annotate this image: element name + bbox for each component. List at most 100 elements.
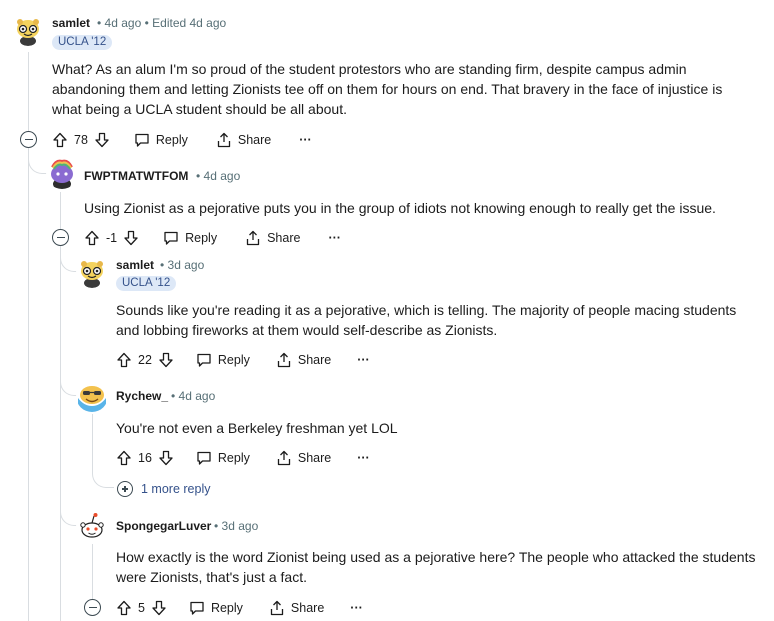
- snoo-rainbow-hair-avatar-icon[interactable]: [46, 157, 78, 189]
- speech-bubble-icon: [196, 352, 212, 368]
- speech-bubble-icon: [196, 450, 212, 466]
- snoo-glasses-avatar-icon[interactable]: [76, 256, 108, 288]
- edited-label: Edited 4d ago: [152, 16, 227, 30]
- share-label: Share: [297, 451, 332, 465]
- vote-count: 22: [138, 353, 152, 367]
- plus-circle-icon: [117, 481, 133, 497]
- separator-dot: •: [171, 389, 176, 403]
- snoo-glasses-avatar-icon[interactable]: [12, 14, 44, 46]
- collapse-thread-button[interactable]: [52, 229, 69, 246]
- comment-meta: • 4d ago: [171, 389, 215, 403]
- more-replies-link[interactable]: 1 more reply: [117, 481, 210, 497]
- comment-author[interactable]: Rychew_: [116, 389, 168, 403]
- reply-button[interactable]: Reply: [134, 132, 188, 148]
- comment-meta: • 4d ago: [196, 169, 240, 183]
- separator-dot: •: [144, 16, 149, 30]
- share-icon: [216, 132, 232, 148]
- separator-dot: •: [160, 258, 165, 272]
- comment-meta: • 4d ago • Edited 4d ago: [97, 16, 226, 30]
- comment-body-line: Using Zionist as a pejorative puts you i…: [84, 200, 716, 216]
- more-options-icon: ···: [350, 601, 363, 615]
- reply-label: Reply: [155, 133, 188, 147]
- comment-author[interactable]: FWPTMATWTFOM: [84, 169, 188, 183]
- comment-body-line: and lobbing fireworks at them would self…: [116, 322, 498, 338]
- comment-author[interactable]: SpongegarLuver: [116, 519, 211, 533]
- comment-body-line: were Zionists, that's just a fact.: [116, 569, 307, 585]
- share-button[interactable]: Share: [276, 450, 331, 466]
- share-label: Share: [290, 601, 325, 615]
- comment-action-bar: 78 Reply Share ···: [52, 128, 312, 152]
- comment-time[interactable]: 4d ago: [105, 16, 142, 30]
- comment-time[interactable]: 4d ago: [204, 169, 241, 183]
- more-options-icon: ···: [357, 353, 370, 367]
- comment-action-bar: 22 Reply Share ···: [116, 348, 370, 372]
- share-button[interactable]: Share: [276, 352, 331, 368]
- downvote-icon[interactable]: [94, 132, 110, 148]
- comment-time[interactable]: 3d ago: [222, 519, 259, 533]
- reply-button[interactable]: Reply: [196, 450, 250, 466]
- share-button[interactable]: Share: [245, 230, 300, 246]
- vote-count: 16: [138, 451, 152, 465]
- more-replies-label: 1 more reply: [141, 482, 211, 496]
- more-options-icon: ···: [357, 451, 370, 465]
- comment-author[interactable]: samlet: [52, 16, 90, 30]
- thread-line-c2: [60, 192, 61, 230]
- user-flair: UCLA '12: [52, 35, 113, 50]
- reply-button[interactable]: Reply: [196, 352, 250, 368]
- comment-author[interactable]: samlet: [116, 258, 154, 272]
- comment-body-line: You're not even a Berkeley freshman yet …: [116, 420, 398, 436]
- more-options-icon: ···: [299, 133, 312, 147]
- share-icon: [245, 230, 261, 246]
- comment-time[interactable]: 3d ago: [168, 258, 205, 272]
- downvote-icon[interactable]: [123, 230, 139, 246]
- upvote-icon[interactable]: [116, 450, 132, 466]
- vote-count: 78: [74, 133, 88, 147]
- reply-button[interactable]: Reply: [189, 600, 243, 616]
- comment-action-bar: 16 Reply Share ···: [116, 446, 370, 470]
- thread-curve-c2: [28, 148, 48, 174]
- more-options-button[interactable]: ···: [328, 231, 341, 245]
- snoo-sunglasses-avatar-icon[interactable]: [76, 380, 108, 412]
- share-label: Share: [237, 133, 272, 147]
- collapse-thread-button[interactable]: [84, 599, 101, 616]
- comment-body: Sounds like you're reading it as a pejor…: [116, 300, 766, 340]
- vote-count: 5: [138, 601, 145, 615]
- collapse-thread-button[interactable]: [20, 131, 37, 148]
- thread-line-c1-children: [28, 148, 29, 621]
- reply-label: Reply: [217, 353, 250, 367]
- thread-curve-c5: [60, 246, 80, 526]
- comment-body-line: How exactly is the word Zionist being us…: [116, 549, 756, 565]
- speech-bubble-icon: [189, 600, 205, 616]
- more-options-button[interactable]: ···: [299, 133, 312, 147]
- downvote-icon[interactable]: [151, 600, 167, 616]
- share-button[interactable]: Share: [269, 600, 324, 616]
- share-icon: [269, 600, 285, 616]
- comment-action-bar: -1 Reply Share ···: [84, 226, 341, 250]
- more-options-button[interactable]: ···: [357, 451, 370, 465]
- comment-body: What? As an alum I'm so proud of the stu…: [52, 59, 752, 119]
- upvote-icon[interactable]: [84, 230, 100, 246]
- comment-body-line: what being a UCLA student should be all …: [52, 101, 347, 117]
- user-flair: UCLA '12: [116, 276, 177, 291]
- separator-dot: •: [196, 169, 201, 183]
- downvote-icon[interactable]: [158, 450, 174, 466]
- upvote-icon[interactable]: [116, 352, 132, 368]
- reply-label: Reply: [185, 231, 218, 245]
- upvote-icon[interactable]: [116, 600, 132, 616]
- comment-body-line: Sounds like you're reading it as a pejor…: [116, 302, 737, 318]
- upvote-icon[interactable]: [52, 132, 68, 148]
- speech-bubble-icon: [134, 132, 150, 148]
- more-options-button[interactable]: ···: [350, 601, 363, 615]
- more-options-button[interactable]: ···: [357, 353, 370, 367]
- comment-time[interactable]: 4d ago: [179, 389, 216, 403]
- reply-label: Reply: [217, 451, 250, 465]
- downvote-icon[interactable]: [158, 352, 174, 368]
- vote-count: -1: [106, 231, 118, 245]
- more-options-icon: ···: [328, 231, 341, 245]
- separator-dot: •: [214, 519, 219, 533]
- speech-bubble-icon: [163, 230, 179, 246]
- reply-button[interactable]: Reply: [163, 230, 217, 246]
- share-button[interactable]: Share: [216, 132, 271, 148]
- comment-body-line: abandoning them and letting Zionists tee…: [52, 81, 723, 97]
- default-snoo-avatar-icon[interactable]: [76, 510, 108, 542]
